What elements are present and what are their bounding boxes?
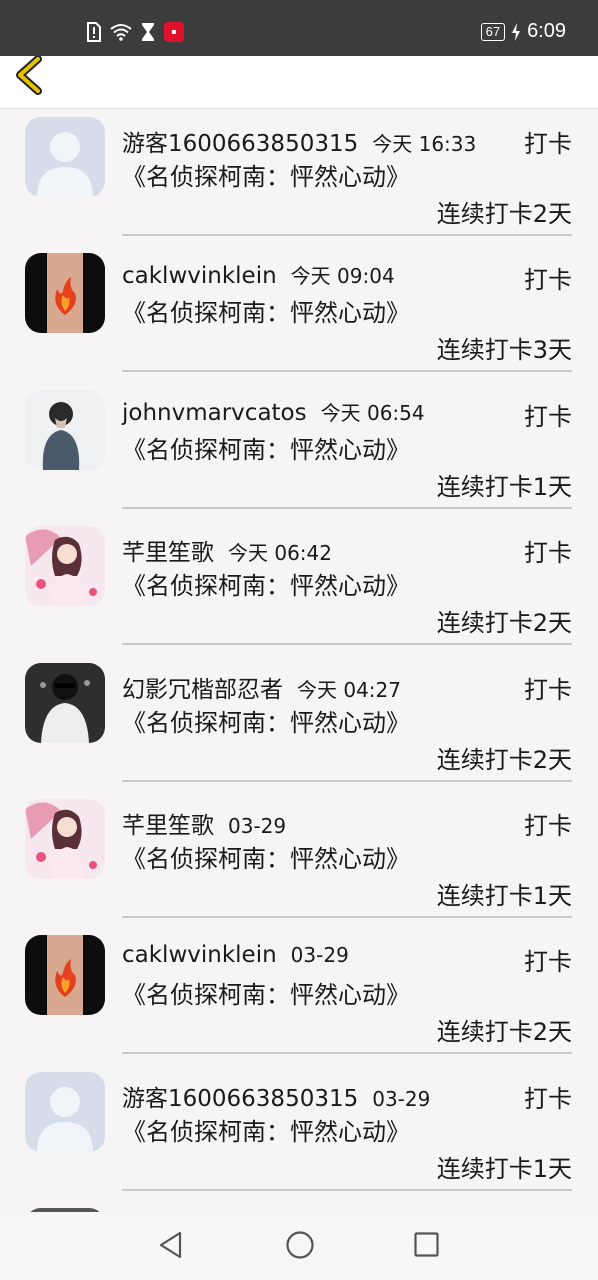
divider bbox=[122, 643, 572, 646]
anime-girl-avatar bbox=[25, 526, 105, 607]
checkin-label: 打卡 bbox=[524, 675, 572, 704]
chevron-left-icon[interactable] bbox=[14, 56, 54, 96]
username[interactable]: 芊里笙歌 bbox=[122, 540, 214, 566]
streak-text: 连续打卡1天 bbox=[436, 1154, 572, 1183]
checkin-label: 打卡 bbox=[524, 402, 572, 431]
book-title[interactable]: 《名侦探柯南：怦然心动》 bbox=[122, 433, 412, 468]
streak-text: 连续打卡2天 bbox=[436, 745, 572, 774]
list-item[interactable]: 芊里笙歌 今天 06:42 打卡 《名侦探柯南：怦然心动》 连续打卡2天 bbox=[0, 517, 598, 653]
flame-tattoo-avatar bbox=[25, 935, 105, 1016]
entry-header: caklwvinklein 今天 09:04 bbox=[122, 260, 395, 289]
wifi-icon bbox=[110, 24, 132, 41]
entry-header: johnvmarvcatos 今天 06:54 bbox=[122, 397, 425, 426]
divider bbox=[122, 1052, 572, 1055]
username[interactable]: caklwvinklein bbox=[122, 263, 277, 289]
checkin-label: 打卡 bbox=[524, 130, 572, 158]
streak-text: 连续打卡2天 bbox=[436, 200, 572, 228]
entry-header: caklwvinklein 03-29 bbox=[122, 942, 349, 968]
list-item[interactable]: 芊里笙歌 03-29 打卡 《名侦探柯南：怦然心动》 连续打卡1天 bbox=[0, 790, 598, 926]
divider bbox=[122, 234, 572, 236]
book-title[interactable]: 《名侦探柯南：怦然心动》 bbox=[122, 842, 412, 877]
list-item[interactable]: johnvmarvcatos 今天 06:54 打卡 《名侦探柯南：怦然心动》 连… bbox=[0, 381, 598, 517]
system-nav-bar bbox=[0, 1212, 598, 1280]
recents-square-icon[interactable] bbox=[413, 1230, 441, 1260]
book-title[interactable]: 《名侦探柯南：怦然心动》 bbox=[122, 296, 412, 331]
book-title[interactable]: 《名侦探柯南：怦然心动》 bbox=[122, 1115, 412, 1150]
checkin-time: 03-29 bbox=[372, 1086, 431, 1111]
app-notification-icon: ▪ bbox=[164, 22, 184, 42]
checkin-time: 今天 09:04 bbox=[290, 264, 395, 289]
divider bbox=[122, 370, 572, 373]
checkin-time: 今天 06:54 bbox=[320, 400, 425, 425]
checkin-label: 打卡 bbox=[524, 948, 572, 977]
divider bbox=[122, 1188, 572, 1191]
battery-icon: 67 bbox=[480, 22, 506, 41]
checkin-time: 今天 16:33 bbox=[372, 132, 477, 156]
status-icons: ▪ bbox=[86, 22, 184, 42]
checkin-label: 打卡 bbox=[524, 266, 572, 295]
list-item[interactable]: 游客1600663850315 03-29 打卡 《名侦探柯南：怦然心动》 连续打… bbox=[0, 1063, 598, 1199]
checkin-time: 今天 04:27 bbox=[297, 677, 401, 702]
checkin-list[interactable]: 游客1600663850315 今天 16:33 打卡 《名侦探柯南：怦然心动》 … bbox=[0, 108, 598, 1212]
list-item[interactable]: caklwvinklein 03-29 打卡 《名侦探柯南：怦然心动》 连续打卡2… bbox=[0, 926, 598, 1062]
streak-text: 连续打卡2天 bbox=[436, 609, 572, 638]
username[interactable]: 芊里笙歌 bbox=[122, 813, 214, 839]
streak-text: 连续打卡2天 bbox=[436, 1018, 572, 1047]
book-title[interactable]: 《名侦探柯南：怦然心动》 bbox=[122, 569, 412, 604]
checkin-label: 打卡 bbox=[524, 811, 572, 840]
back-triangle-icon[interactable] bbox=[158, 1230, 184, 1260]
list-item-partial[interactable] bbox=[0, 1199, 598, 1212]
list-item[interactable]: caklwvinklein 今天 09:04 打卡 《名侦探柯南：怦然心动》 连续… bbox=[0, 244, 598, 380]
flame-tattoo-avatar bbox=[25, 253, 105, 334]
default-avatar bbox=[25, 117, 105, 197]
streak-text: 连续打卡1天 bbox=[436, 881, 572, 910]
username[interactable]: johnvmarvcatos bbox=[122, 400, 307, 426]
app-header bbox=[0, 56, 598, 109]
entry-header: 芊里笙歌 今天 06:42 bbox=[122, 533, 332, 567]
divider bbox=[122, 779, 572, 782]
status-right: 67 6:09 bbox=[480, 20, 566, 43]
alert-icon bbox=[87, 22, 101, 42]
list-item[interactable]: 游客1600663850315 今天 16:33 打卡 《名侦探柯南：怦然心动》 … bbox=[0, 108, 598, 244]
anime-girl-avatar bbox=[25, 798, 105, 879]
home-circle-icon[interactable] bbox=[285, 1230, 315, 1260]
checkin-time: 03-29 bbox=[290, 943, 349, 968]
streak-text: 连续打卡1天 bbox=[436, 472, 572, 501]
divider bbox=[122, 506, 572, 509]
charging-icon bbox=[512, 22, 521, 41]
checkin-time: 03-29 bbox=[228, 813, 287, 838]
username[interactable]: 游客1600663850315 bbox=[122, 131, 358, 157]
book-title[interactable]: 《名侦探柯南：怦然心动》 bbox=[122, 160, 412, 195]
list-item[interactable]: 幻影冗楷部忍者 今天 04:27 打卡 《名侦探柯南：怦然心动》 连续打卡2天 bbox=[0, 654, 598, 790]
book-title[interactable]: 《名侦探柯南：怦然心动》 bbox=[122, 978, 412, 1013]
checkin-time: 今天 06:42 bbox=[228, 541, 332, 566]
checkin-label: 打卡 bbox=[524, 1084, 572, 1113]
status-bar: ▪ 67 6:09 bbox=[0, 0, 598, 56]
entry-header: 游客1600663850315 03-29 bbox=[122, 1079, 430, 1113]
book-title[interactable]: 《名侦探柯南：怦然心动》 bbox=[122, 706, 412, 741]
username[interactable]: caklwvinklein bbox=[122, 942, 277, 968]
divider bbox=[122, 915, 572, 918]
hourglass-icon bbox=[142, 23, 154, 41]
entry-header: 芊里笙歌 03-29 bbox=[122, 806, 286, 840]
checkin-label: 打卡 bbox=[524, 539, 572, 568]
username[interactable]: 游客1600663850315 bbox=[122, 1086, 358, 1112]
entry-header: 游客1600663850315 今天 16:33 bbox=[122, 124, 476, 158]
default-avatar bbox=[25, 1071, 105, 1152]
person-photo-avatar bbox=[25, 389, 105, 470]
clock: 6:09 bbox=[527, 20, 566, 42]
streak-text: 连续打卡3天 bbox=[436, 336, 572, 365]
entry-header: 幻影冗楷部忍者 今天 04:27 bbox=[122, 670, 401, 704]
username[interactable]: 幻影冗楷部忍者 bbox=[122, 677, 283, 703]
dark-photo-avatar bbox=[25, 662, 105, 743]
